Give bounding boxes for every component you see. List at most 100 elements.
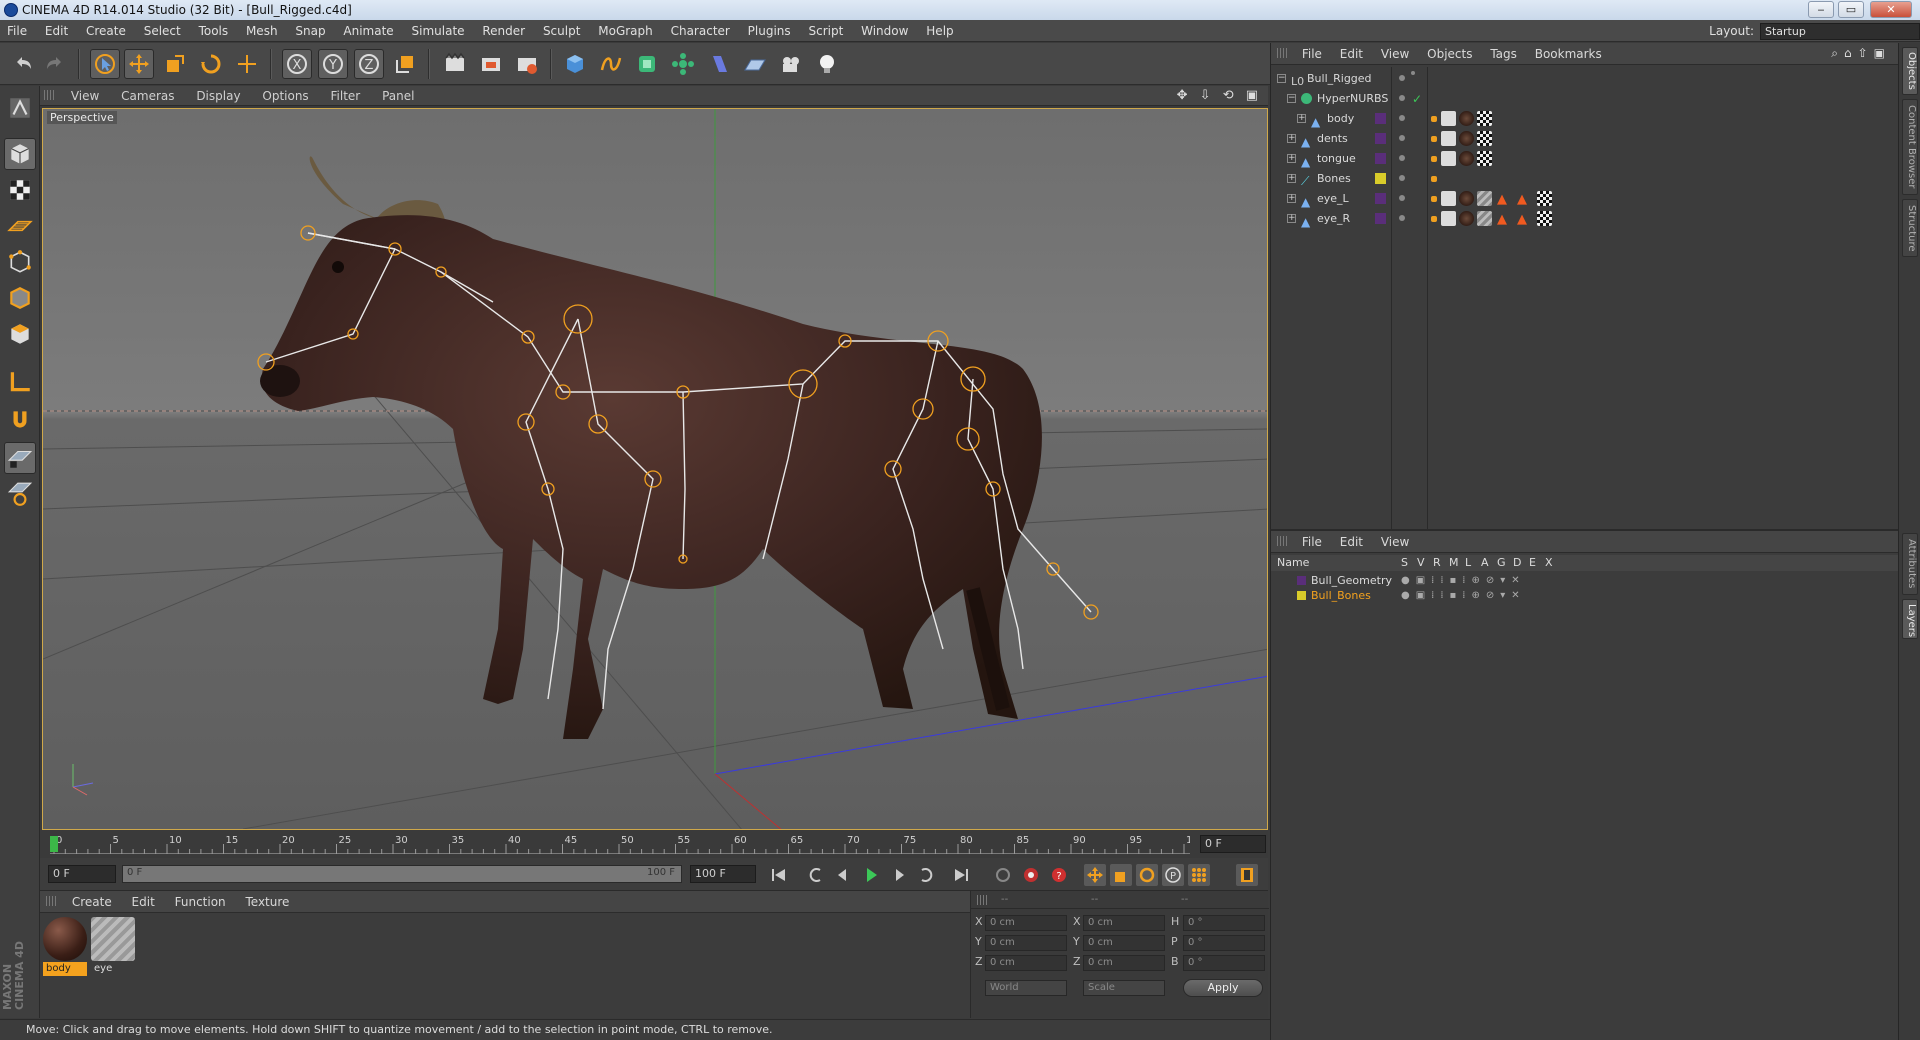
material-menu-create[interactable]: Create xyxy=(64,891,120,913)
uvw-tag-icon[interactable] xyxy=(1537,211,1552,226)
floor-icon[interactable] xyxy=(740,49,770,79)
layer-color-swatch[interactable] xyxy=(1375,193,1386,204)
timeline-window-icon[interactable] xyxy=(1236,864,1258,886)
selection-tag-icon[interactable]: ▲ xyxy=(1517,190,1527,210)
coord-input-sx[interactable]: 0 cm xyxy=(1083,915,1165,931)
apply-button[interactable]: Apply xyxy=(1183,979,1263,997)
workplane-icon[interactable] xyxy=(4,210,36,242)
menu-select[interactable]: Select xyxy=(137,20,188,42)
recent-tool-icon[interactable] xyxy=(232,49,262,79)
coord-input-sy[interactable]: 0 cm xyxy=(1083,935,1165,951)
material-tag-icon[interactable] xyxy=(1459,131,1474,146)
selection-tag-icon[interactable]: ▲ xyxy=(1497,190,1507,210)
eye-material-tag-icon[interactable] xyxy=(1477,211,1492,226)
coord-input-px[interactable]: 0 cm xyxy=(985,915,1067,931)
rotate-tool-icon[interactable] xyxy=(196,49,226,79)
editor-visibility-dot[interactable] xyxy=(1399,175,1405,181)
locked-workplane-icon[interactable] xyxy=(4,478,36,510)
menu-animate[interactable]: Animate xyxy=(336,20,400,42)
deformer-icon[interactable] xyxy=(704,49,734,79)
layer-color-swatch[interactable] xyxy=(1297,576,1306,585)
axis-mode-icon[interactable] xyxy=(4,366,36,398)
current-frame-field[interactable]: 0 F xyxy=(1200,835,1266,853)
previous-frame-icon[interactable] xyxy=(832,864,854,886)
layer-color-swatch[interactable] xyxy=(1297,591,1306,600)
tab-content-browser[interactable]: Content Browser xyxy=(1902,99,1918,195)
editor-visibility-dot[interactable] xyxy=(1399,155,1405,161)
menu-sculpt[interactable]: Sculpt xyxy=(536,20,587,42)
viewport-navigation-icons[interactable]: ✥ ⇩ ⟲ ▣ xyxy=(1177,88,1262,103)
editor-visibility-dot[interactable] xyxy=(1399,115,1405,121)
end-frame-field[interactable]: 100 F xyxy=(690,865,756,883)
coord-input-p[interactable]: 0 ° xyxy=(1183,935,1265,951)
editor-visibility-dot[interactable] xyxy=(1399,215,1405,221)
skin-tag-icon[interactable] xyxy=(1441,111,1456,126)
menu-simulate[interactable]: Simulate xyxy=(405,20,472,42)
coord-input-py[interactable]: 0 cm xyxy=(985,935,1067,951)
position-track-icon[interactable] xyxy=(1084,864,1106,886)
menu-mograph[interactable]: MoGraph xyxy=(591,20,660,42)
start-frame-field[interactable]: 0 F xyxy=(48,865,116,883)
lm-menu-edit[interactable]: Edit xyxy=(1333,531,1370,553)
coord-input-b[interactable]: 0 ° xyxy=(1183,955,1265,971)
points-mode-icon[interactable] xyxy=(4,246,36,278)
viewport-menu-options[interactable]: Options xyxy=(253,86,317,106)
light-icon[interactable] xyxy=(812,49,842,79)
snap-magnet-icon[interactable] xyxy=(4,404,36,436)
spline-icon[interactable] xyxy=(596,49,626,79)
material-menu-texture[interactable]: Texture xyxy=(237,891,297,913)
enabled-check-icon[interactable]: ✓ xyxy=(1412,89,1422,109)
layer-color-swatch[interactable] xyxy=(1375,113,1386,124)
weight-tag-icon[interactable] xyxy=(1431,116,1437,122)
om-menu-tags[interactable]: Tags xyxy=(1483,43,1524,65)
go-to-start-icon[interactable] xyxy=(768,864,790,886)
tab-layers[interactable]: Layers xyxy=(1902,599,1918,639)
point-level-animation-icon[interactable] xyxy=(1188,864,1210,886)
menu-window[interactable]: Window xyxy=(854,20,915,42)
playhead-marker[interactable] xyxy=(50,836,58,852)
array-icon[interactable] xyxy=(668,49,698,79)
material-eye[interactable]: eye xyxy=(91,917,135,977)
coord-input-pz[interactable]: 0 cm xyxy=(985,955,1067,971)
render-picture-viewer-icon[interactable] xyxy=(476,49,506,79)
tab-attributes[interactable]: Attributes xyxy=(1902,533,1918,595)
scale-track-icon[interactable] xyxy=(1110,864,1132,886)
maximize-button[interactable]: ▭ xyxy=(1838,1,1864,18)
workplane-lock-icon[interactable] xyxy=(4,442,36,474)
weight-tag-icon[interactable] xyxy=(1431,216,1437,222)
material-tag-icon[interactable] xyxy=(1459,111,1474,126)
texture-mode-icon[interactable] xyxy=(4,174,36,206)
keyframe-selection-icon[interactable]: ? xyxy=(1048,864,1070,886)
frame-range-slider[interactable]: 0 F 100 F xyxy=(122,865,682,883)
layer-color-swatch[interactable] xyxy=(1375,153,1386,164)
menu-tools[interactable]: Tools xyxy=(192,20,236,42)
viewport-menu-filter[interactable]: Filter xyxy=(322,86,370,106)
menu-edit[interactable]: Edit xyxy=(38,20,75,42)
record-keys-icon[interactable] xyxy=(992,864,1014,886)
menu-file[interactable]: File xyxy=(0,20,34,42)
object-row-eye-r[interactable]: + ▲ eye_R ▲ ▲ xyxy=(1271,209,1899,229)
weight-tag-icon[interactable] xyxy=(1431,196,1437,202)
object-row-tongue[interactable]: + ▲ tongue xyxy=(1271,149,1899,169)
om-menu-view[interactable]: View xyxy=(1374,43,1416,65)
layer-color-swatch[interactable] xyxy=(1375,173,1386,184)
nurbs-icon[interactable] xyxy=(632,49,662,79)
minimize-button[interactable]: ‒ xyxy=(1808,1,1834,18)
selection-tag-icon[interactable]: ▲ xyxy=(1517,210,1527,230)
close-button[interactable]: ✕ xyxy=(1870,1,1912,18)
editor-visibility-dot[interactable] xyxy=(1399,95,1405,101)
undo-icon[interactable] xyxy=(8,49,38,79)
viewport-menu-view[interactable]: View xyxy=(62,86,108,106)
menu-create[interactable]: Create xyxy=(79,20,133,42)
menu-script[interactable]: Script xyxy=(801,20,850,42)
model-mode-icon[interactable] xyxy=(4,138,36,170)
menu-render[interactable]: Render xyxy=(475,20,532,42)
viewport-menu-cameras[interactable]: Cameras xyxy=(112,86,183,106)
skin-tag-icon[interactable] xyxy=(1441,191,1456,206)
rotation-track-icon[interactable] xyxy=(1136,864,1158,886)
z-axis-lock-icon[interactable]: Z xyxy=(354,49,384,79)
layer-row-bull-geometry[interactable]: Bull_Geometry ●▣⁞⁞▪⁞⊕⊘▾✕ xyxy=(1271,573,1899,588)
go-to-end-icon[interactable] xyxy=(950,864,972,886)
render-settings-icon[interactable] xyxy=(512,49,542,79)
render-visibility-dot[interactable] xyxy=(1411,71,1415,75)
